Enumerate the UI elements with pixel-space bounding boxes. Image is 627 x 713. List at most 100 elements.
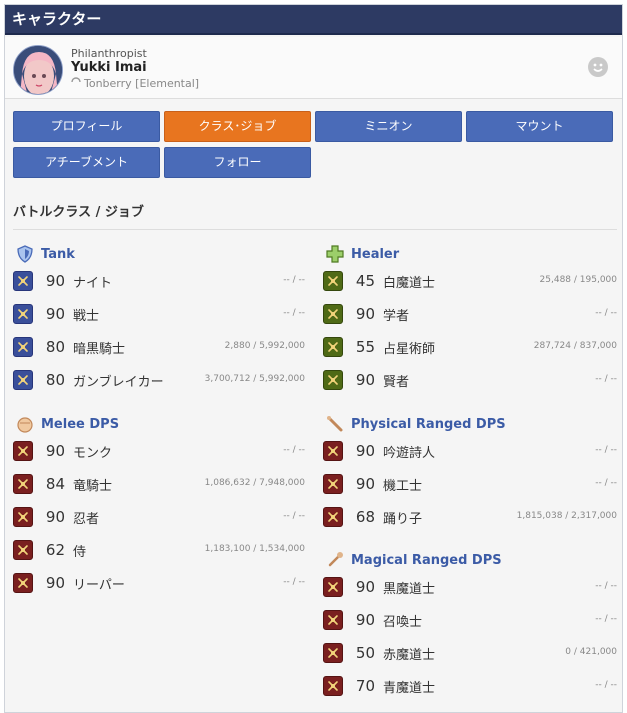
job-name: 赤魔道士 bbox=[383, 647, 436, 663]
fist-icon bbox=[15, 414, 35, 434]
job-name: 占星術師 bbox=[383, 341, 436, 357]
job-exp: -- / -- bbox=[595, 374, 617, 384]
job-exp: -- / -- bbox=[595, 445, 617, 455]
job-level: 90 bbox=[45, 574, 65, 592]
job-row[interactable]: 90 吟遊詩人 -- / -- bbox=[323, 437, 617, 465]
tab-class-job[interactable]: クラス･ジョブ bbox=[164, 111, 311, 142]
job-row[interactable]: 90 黒魔道士 -- / -- bbox=[323, 573, 617, 601]
smiley-icon[interactable] bbox=[588, 57, 608, 77]
job-icon bbox=[323, 610, 343, 630]
job-row[interactable]: 90 リーパー -- / -- bbox=[13, 569, 305, 597]
job-level: 70 bbox=[355, 677, 375, 695]
shield-icon bbox=[15, 244, 35, 264]
job-exp: 25,488 / 195,000 bbox=[539, 275, 617, 285]
job-exp: 0 / 421,000 bbox=[565, 647, 617, 657]
job-row[interactable]: 68 踊り子 1,815,038 / 2,317,000 bbox=[323, 503, 617, 531]
job-exp: 3,700,712 / 5,992,000 bbox=[204, 374, 305, 384]
job-level: 62 bbox=[45, 541, 65, 559]
character-title: Philanthropist bbox=[71, 47, 147, 60]
job-row[interactable]: 90 学者 -- / -- bbox=[323, 300, 617, 328]
group-magical-ranged-dps: Magical Ranged DPS bbox=[325, 550, 502, 570]
job-name: 白魔道士 bbox=[383, 275, 436, 291]
staff-icon bbox=[325, 550, 345, 570]
job-icon bbox=[323, 474, 343, 494]
job-exp: -- / -- bbox=[595, 614, 617, 624]
job-level: 90 bbox=[355, 475, 375, 493]
job-name: 侍 bbox=[73, 544, 87, 560]
job-exp: -- / -- bbox=[283, 577, 305, 587]
job-icon bbox=[13, 573, 33, 593]
group-melee-dps: Melee DPS bbox=[15, 414, 119, 434]
job-name: モンク bbox=[73, 445, 113, 461]
job-row[interactable]: 90 機工士 -- / -- bbox=[323, 470, 617, 498]
job-icon bbox=[323, 577, 343, 597]
job-name: 戦士 bbox=[73, 308, 100, 324]
job-exp: 1,086,632 / 7,948,000 bbox=[204, 478, 305, 488]
job-level: 84 bbox=[45, 475, 65, 493]
tab-follow[interactable]: フォロー bbox=[164, 147, 311, 178]
job-row[interactable]: 90 忍者 -- / -- bbox=[13, 503, 305, 531]
group-label: Healer bbox=[351, 246, 400, 262]
job-exp: 1,815,038 / 2,317,000 bbox=[516, 511, 617, 521]
job-row[interactable]: 90 召喚士 -- / -- bbox=[323, 606, 617, 634]
job-level: 80 bbox=[45, 338, 65, 356]
divider bbox=[13, 229, 617, 230]
group-label: Tank bbox=[41, 246, 75, 262]
group-label: Physical Ranged DPS bbox=[351, 416, 506, 432]
job-level: 90 bbox=[45, 508, 65, 526]
job-icon bbox=[323, 271, 343, 291]
job-icon bbox=[323, 370, 343, 390]
tab-achievement[interactable]: アチーブメント bbox=[13, 147, 160, 178]
tab-profile[interactable]: プロフィール bbox=[13, 111, 160, 142]
job-exp: -- / -- bbox=[595, 680, 617, 690]
job-name: 機工士 bbox=[383, 478, 423, 494]
job-row[interactable]: 70 青魔道士 -- / -- bbox=[323, 672, 617, 700]
job-level: 90 bbox=[355, 371, 375, 389]
world-icon bbox=[71, 77, 81, 90]
avatar[interactable] bbox=[13, 45, 63, 95]
job-exp: 1,183,100 / 1,534,000 bbox=[204, 544, 305, 554]
job-row[interactable]: 45 白魔道士 25,488 / 195,000 bbox=[323, 267, 617, 295]
job-name: 賢者 bbox=[383, 374, 410, 390]
job-exp: -- / -- bbox=[283, 308, 305, 318]
job-level: 90 bbox=[355, 611, 375, 629]
job-row[interactable]: 62 侍 1,183,100 / 1,534,000 bbox=[13, 536, 305, 564]
group-healer: Healer bbox=[325, 244, 399, 264]
job-exp: 287,724 / 837,000 bbox=[533, 341, 617, 351]
job-row[interactable]: 90 ナイト -- / -- bbox=[13, 267, 305, 295]
job-icon bbox=[13, 441, 33, 461]
job-row[interactable]: 84 竜騎士 1,086,632 / 7,948,000 bbox=[13, 470, 305, 498]
job-exp: -- / -- bbox=[283, 445, 305, 455]
tab-mount[interactable]: マウント bbox=[466, 111, 613, 142]
job-icon bbox=[323, 676, 343, 696]
job-row[interactable]: 90 賢者 -- / -- bbox=[323, 366, 617, 394]
job-exp: -- / -- bbox=[595, 308, 617, 318]
job-icon bbox=[13, 370, 33, 390]
job-name: 吟遊詩人 bbox=[383, 445, 436, 461]
job-row[interactable]: 50 赤魔道士 0 / 421,000 bbox=[323, 639, 617, 667]
job-name: リーパー bbox=[73, 577, 125, 593]
job-icon bbox=[13, 271, 33, 291]
tab-minion[interactable]: ミニオン bbox=[315, 111, 462, 142]
job-icon bbox=[323, 507, 343, 527]
character-name[interactable]: Yukki Imai bbox=[71, 60, 147, 75]
job-name: 黒魔道士 bbox=[383, 581, 436, 597]
bow-icon bbox=[325, 414, 345, 434]
job-level: 80 bbox=[45, 371, 65, 389]
job-row[interactable]: 80 暗黒騎士 2,880 / 5,992,000 bbox=[13, 333, 305, 361]
group-tank: Tank bbox=[15, 244, 75, 264]
job-exp: -- / -- bbox=[283, 275, 305, 285]
group-label: Magical Ranged DPS bbox=[351, 552, 502, 568]
job-row[interactable]: 55 占星術師 287,724 / 837,000 bbox=[323, 333, 617, 361]
profile-header: Philanthropist Yukki Imai Tonberry [Elem… bbox=[5, 37, 622, 99]
job-level: 68 bbox=[355, 508, 375, 526]
job-row[interactable]: 90 戦士 -- / -- bbox=[13, 300, 305, 328]
world-name: Tonberry [Elemental] bbox=[84, 77, 200, 90]
group-physical-ranged-dps: Physical Ranged DPS bbox=[325, 414, 506, 434]
job-exp: 2,880 / 5,992,000 bbox=[224, 341, 305, 351]
job-row[interactable]: 90 モンク -- / -- bbox=[13, 437, 305, 465]
job-name: 召喚士 bbox=[383, 614, 423, 630]
job-row[interactable]: 80 ガンブレイカー 3,700,712 / 5,992,000 bbox=[13, 366, 305, 394]
job-name: 学者 bbox=[383, 308, 410, 324]
job-name: 踊り子 bbox=[383, 511, 423, 527]
